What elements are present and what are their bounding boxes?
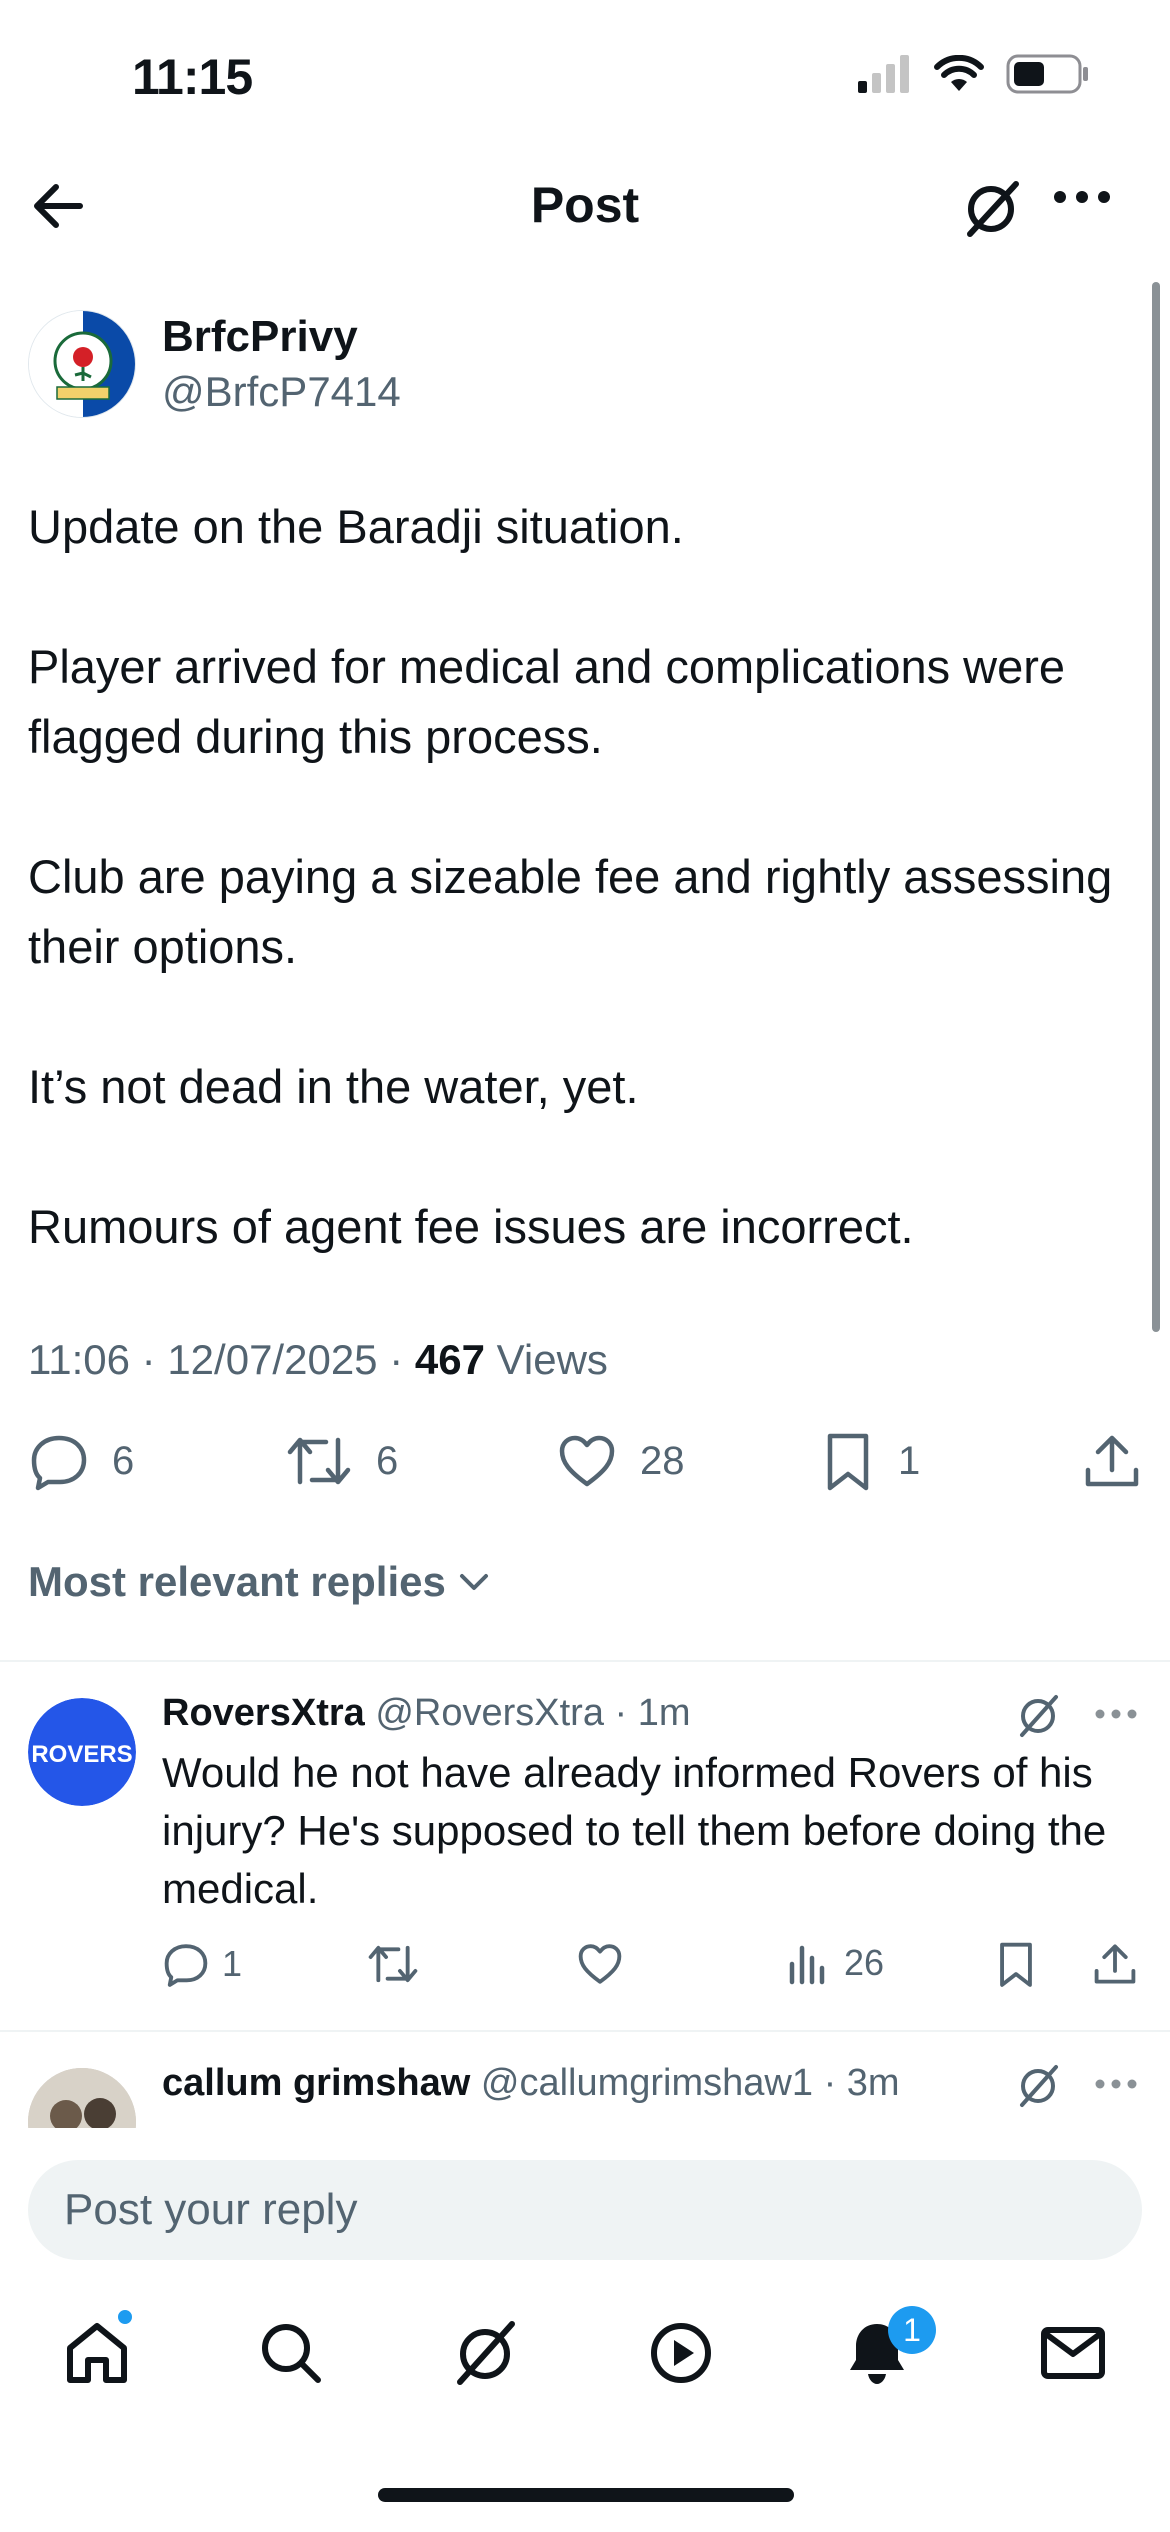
reply-icon: [162, 1940, 210, 1988]
post-actions: 6 6 28 1: [28, 1430, 1142, 1500]
post-time: 11:06: [28, 1336, 130, 1383]
repost-icon: [284, 1430, 354, 1492]
messages-icon: [1038, 2318, 1108, 2388]
scrollbar[interactable]: [1152, 282, 1160, 1332]
bookmark-icon: [820, 1430, 876, 1492]
post-paragraph: Update on the Baradji situation.: [28, 500, 684, 553]
more-horizontal-icon: [1094, 2074, 1138, 2094]
heart-icon: [576, 1940, 624, 1988]
home-indicator: [378, 2488, 794, 2502]
reply-count: 6: [112, 1438, 135, 1483]
reply-author-name[interactable]: callum grimshaw: [162, 2062, 470, 2104]
status-time: 11:15: [132, 49, 253, 105]
more-horizontal-icon: [1052, 182, 1112, 212]
bookmark-icon: [994, 1940, 1038, 1988]
more-options-button[interactable]: [1052, 182, 1112, 212]
post-paragraph: Club are paying a sizeable fee and right…: [28, 850, 1113, 973]
reply-header: RoversXtra @RoversXtra · 1m: [162, 1692, 691, 1734]
more-horizontal-icon: [1094, 1704, 1138, 1724]
post-meta: 11:06 · 12/07/2025 · 467 Views: [28, 1336, 608, 1383]
like-button[interactable]: 28: [556, 1430, 685, 1492]
heart-icon: [556, 1430, 618, 1492]
post-text: Update on the Baradji situation. Player …: [28, 492, 1128, 1262]
home-unread-dot: [116, 2308, 134, 2326]
reply-grok-button[interactable]: [1012, 1690, 1064, 1742]
reply-views-button[interactable]: 26: [786, 1940, 884, 1986]
share-icon: [1082, 1430, 1142, 1492]
author-avatar[interactable]: [28, 310, 136, 418]
grok-icon: [1012, 1690, 1064, 1742]
reply-text: Would he not have already informed Rover…: [162, 1749, 1107, 1912]
tab-home[interactable]: [62, 2318, 132, 2388]
tab-search[interactable]: [256, 2318, 326, 2388]
grok-button[interactable]: [958, 176, 1024, 242]
tab-messages[interactable]: [1038, 2318, 1108, 2388]
reply-age: 3m: [846, 2062, 900, 2104]
repost-button[interactable]: 6: [284, 1430, 398, 1492]
post-paragraph: Rumours of agent fee issues are incorrec…: [28, 1200, 914, 1253]
reply-like-button[interactable]: [576, 1940, 624, 1988]
reply-button[interactable]: 6: [28, 1430, 134, 1492]
reply-avatar[interactable]: ROVERS: [28, 1698, 136, 1806]
post-date: 12/07/2025: [167, 1336, 378, 1383]
chevron-down-icon: [456, 1564, 492, 1600]
reply-author-handle[interactable]: @callumgrimshaw1: [481, 2062, 813, 2104]
battery-icon: [1006, 54, 1090, 94]
reply-author-name[interactable]: RoversXtra: [162, 1692, 365, 1734]
bookmark-count: 1: [898, 1438, 921, 1483]
divider: [0, 2030, 1170, 2032]
author-name[interactable]: BrfcPrivy: [162, 312, 358, 362]
reply-icon: [28, 1430, 90, 1492]
reply-more-button[interactable]: [1094, 2074, 1138, 2094]
status-icons: [858, 54, 1090, 94]
reply-views-count: 26: [844, 1942, 885, 1983]
tab-grok[interactable]: [450, 2318, 520, 2388]
reply-share-button[interactable]: [1092, 1940, 1138, 1988]
reply-reply-button[interactable]: 1: [162, 1940, 242, 1988]
bookmark-button[interactable]: 1: [820, 1430, 920, 1492]
grok-icon: [958, 176, 1024, 242]
reply-composer-placeholder: Post your reply: [64, 2185, 358, 2234]
tab-video[interactable]: [646, 2318, 716, 2388]
reply-author-handle[interactable]: @RoversXtra: [375, 1692, 604, 1734]
replies-sort-label: Most relevant replies: [28, 1558, 446, 1605]
repost-count: 6: [376, 1438, 399, 1483]
reply-avatar-text: ROVERS: [31, 1741, 132, 1768]
wifi-icon: [934, 55, 984, 93]
reply-grok-button[interactable]: [1012, 2060, 1064, 2112]
cellular-signal-icon: [858, 55, 912, 93]
like-count: 28: [640, 1438, 685, 1483]
reply-repost-button[interactable]: [366, 1940, 420, 1988]
grok-icon: [1012, 2060, 1064, 2112]
share-icon: [1092, 1940, 1138, 1988]
notifications-badge: 1: [888, 2306, 936, 2354]
replies-sort-dropdown[interactable]: Most relevant replies: [28, 1558, 492, 1606]
post-paragraph: Player arrived for medical and complicat…: [28, 640, 1066, 763]
grok-icon: [450, 2318, 520, 2388]
divider: [0, 1660, 1170, 1662]
post-paragraph: It’s not dead in the water, yet.: [28, 1060, 639, 1113]
reply-composer-input[interactable]: Post your reply: [28, 2160, 1142, 2260]
reply-more-button[interactable]: [1094, 1704, 1138, 1724]
home-icon: [62, 2318, 132, 2388]
share-button[interactable]: [1082, 1430, 1142, 1492]
reply-bookmark-button[interactable]: [994, 1940, 1038, 1988]
views-count: 467: [414, 1336, 485, 1383]
video-icon: [646, 2318, 716, 2388]
reply-actions: 1 26: [162, 1940, 1142, 1990]
reply-reply-count: 1: [222, 1943, 243, 1984]
analytics-icon: [786, 1940, 832, 1986]
reply-header: callum grimshaw @callumgrimshaw1 · 3m: [162, 2062, 900, 2104]
author-handle[interactable]: @BrfcP7414: [162, 368, 401, 416]
repost-icon: [366, 1940, 420, 1988]
reply-age: 1m: [637, 1692, 691, 1734]
search-icon: [256, 2318, 326, 2388]
views-label[interactable]: Views: [497, 1336, 608, 1383]
